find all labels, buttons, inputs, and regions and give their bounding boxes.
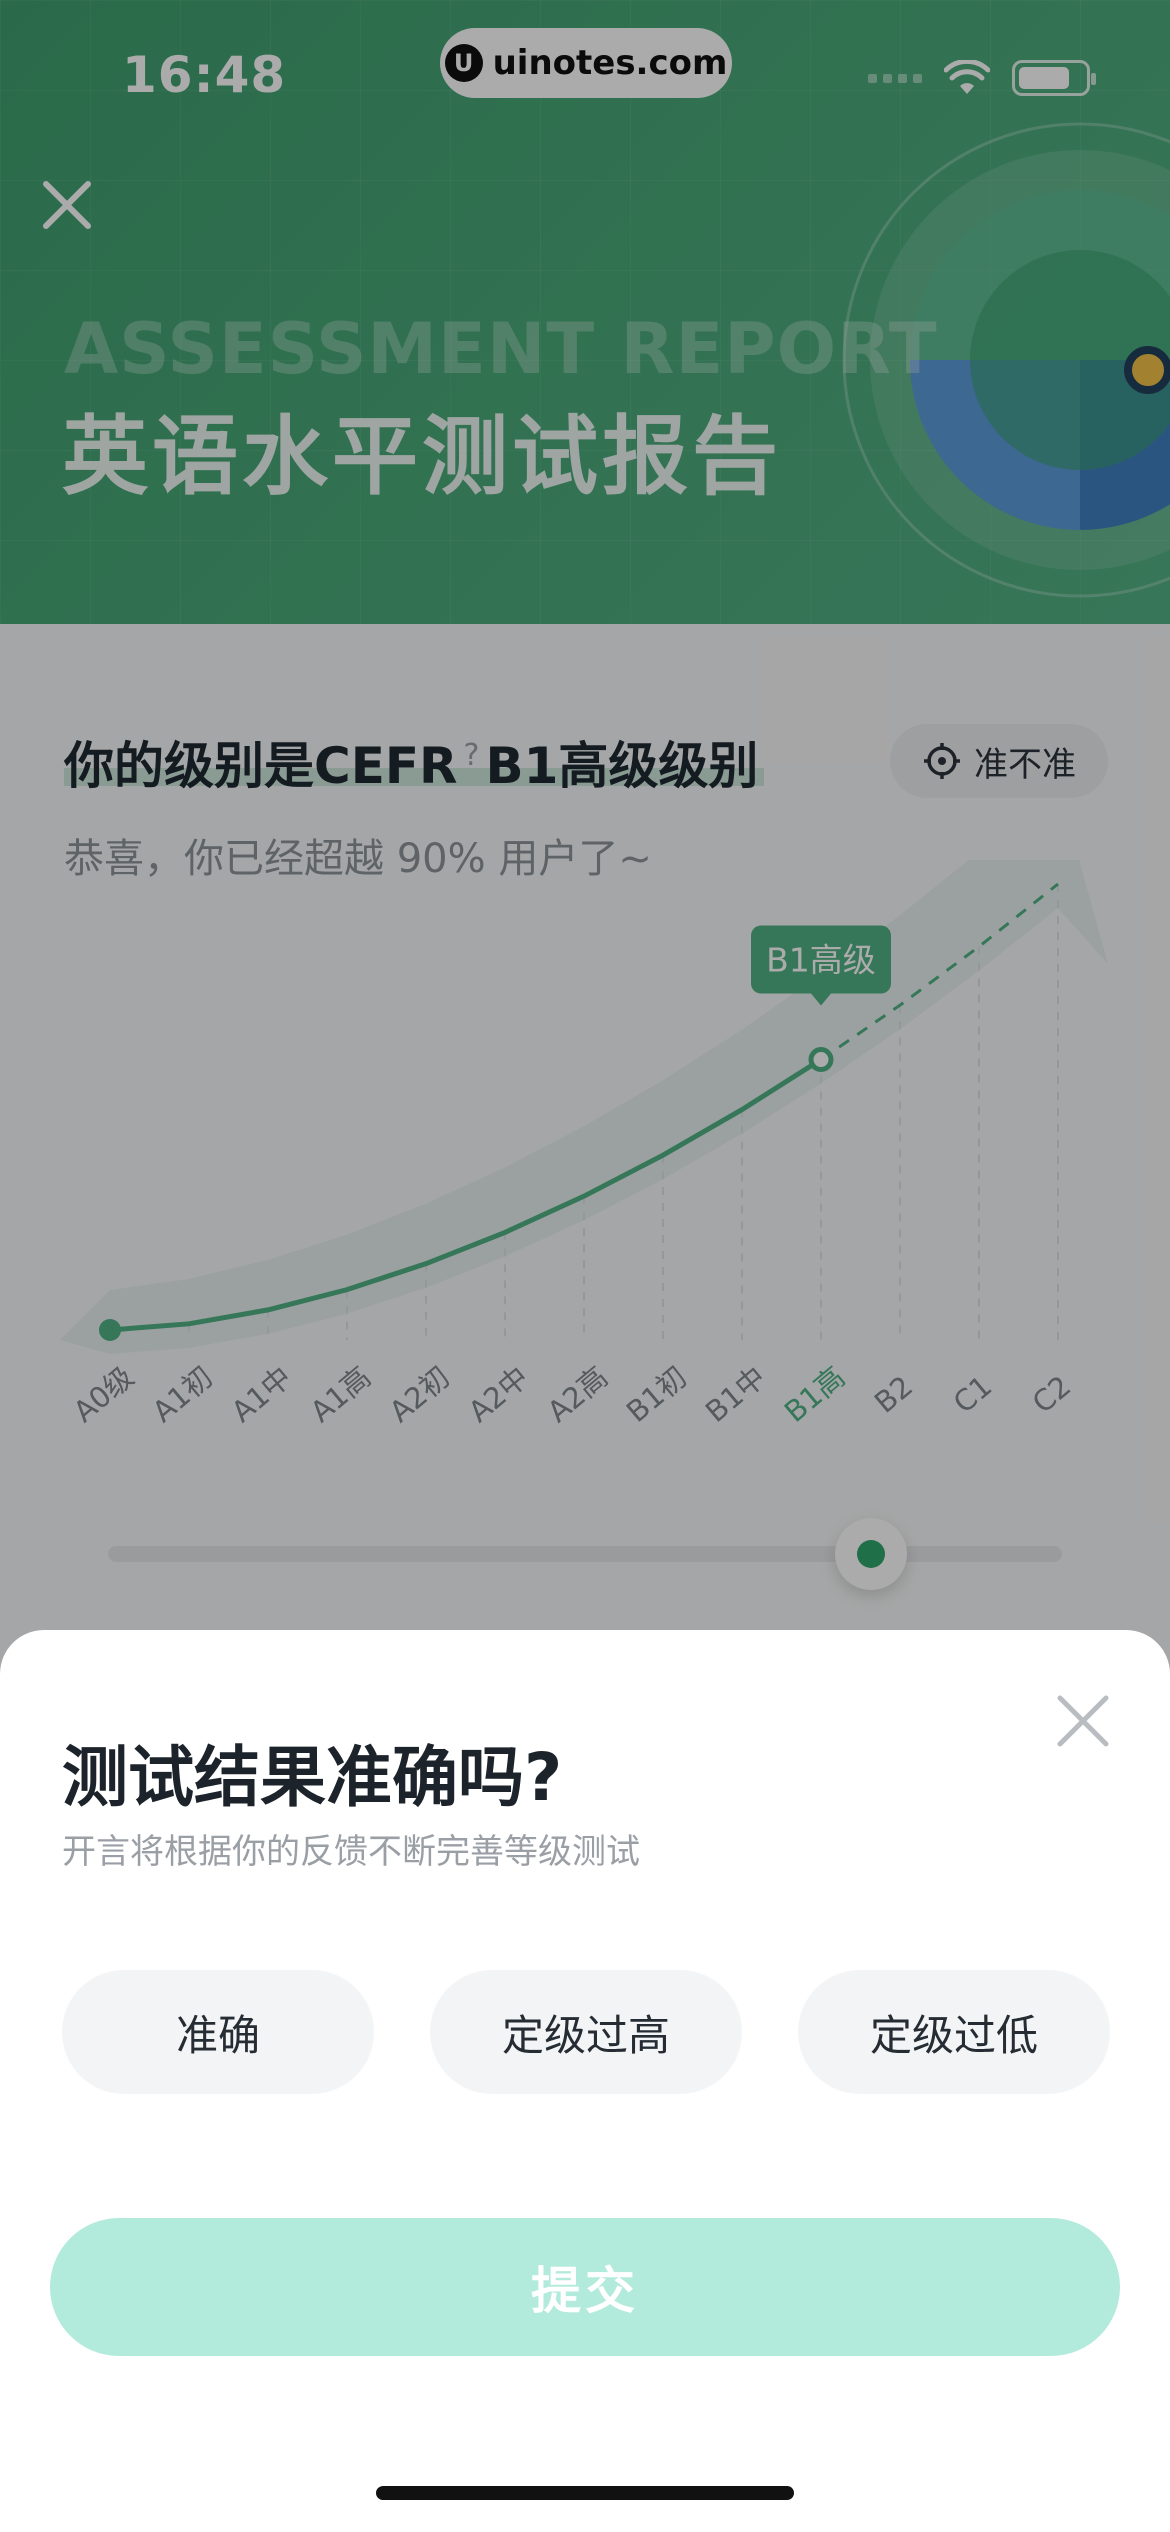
- option-accurate-button[interactable]: 准确: [62, 1970, 374, 2094]
- option-too-low-button[interactable]: 定级过低: [798, 1970, 1110, 2094]
- sheet-close-icon[interactable]: [1050, 1688, 1116, 1754]
- feedback-subtitle: 开言将根据你的反馈不断完善等级测试: [62, 1832, 640, 1872]
- feedback-title: 测试结果准确吗?: [62, 1739, 563, 1816]
- submit-button[interactable]: 提交: [50, 2218, 1120, 2356]
- home-indicator: [376, 2486, 794, 2500]
- option-too-high-button[interactable]: 定级过高: [430, 1970, 742, 2094]
